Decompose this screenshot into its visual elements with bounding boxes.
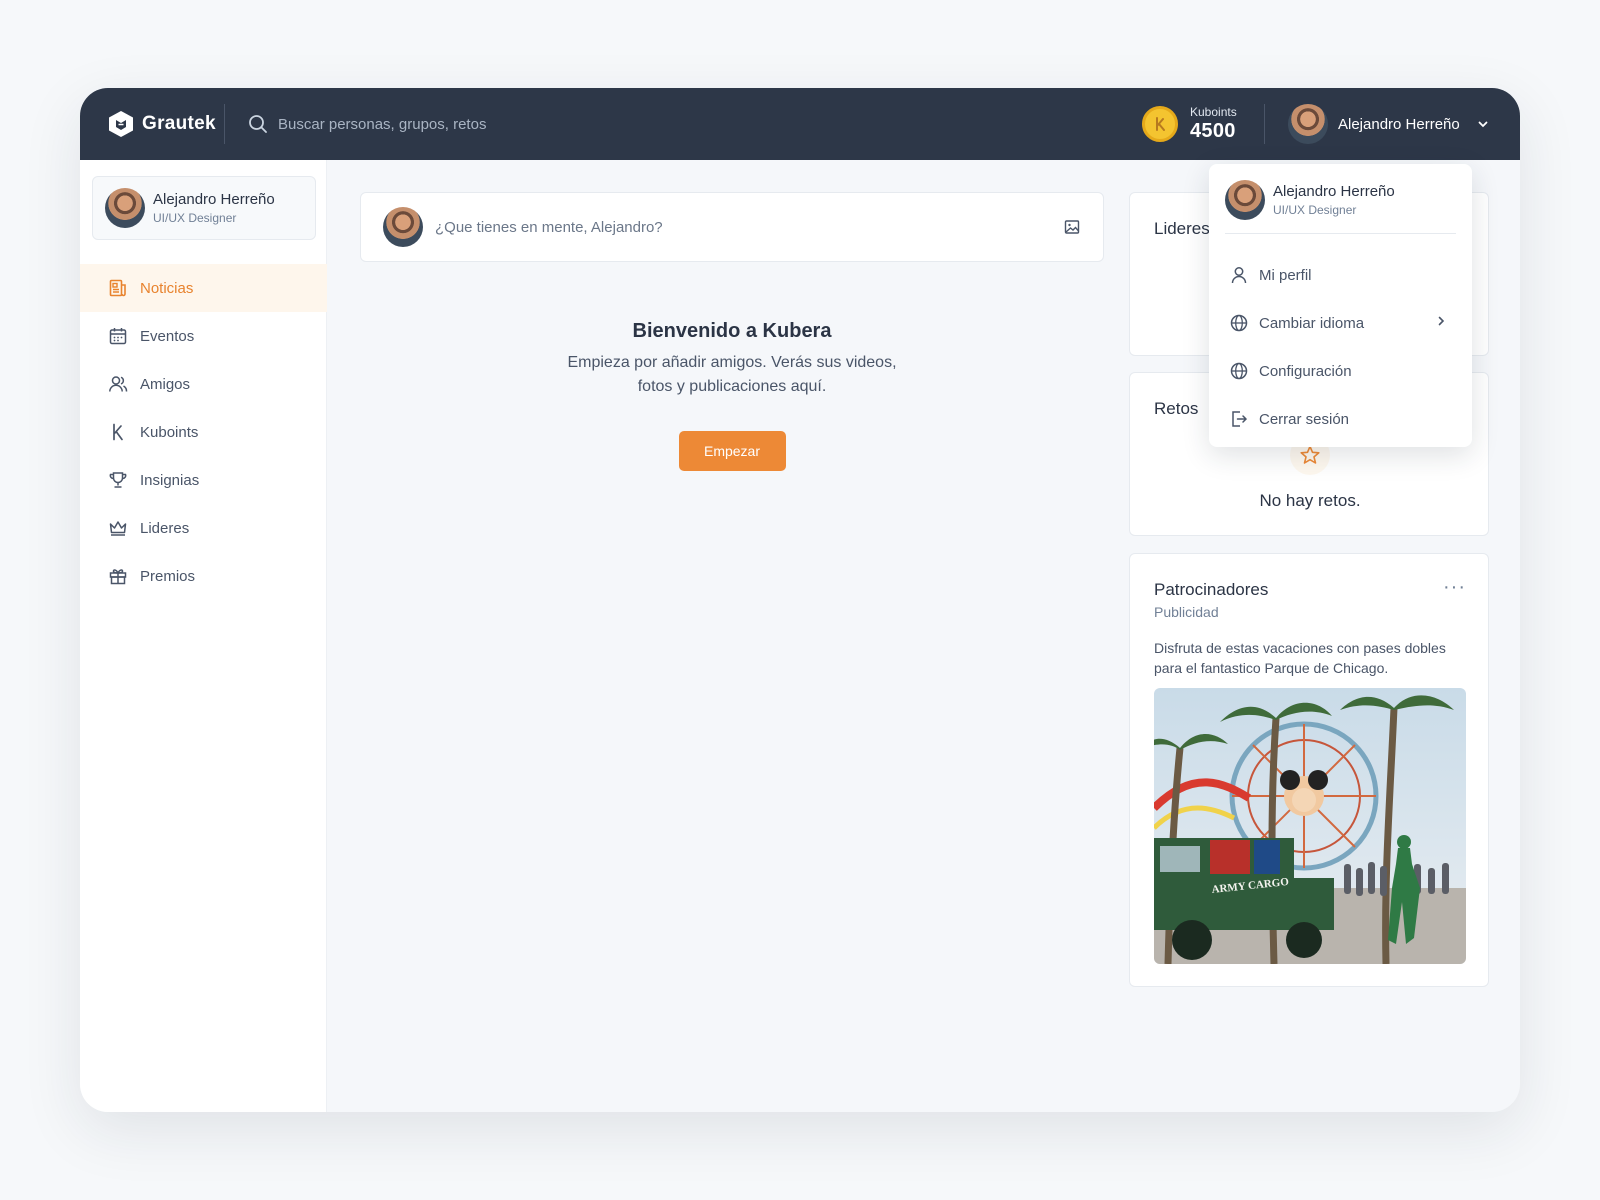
- sidebar-item-label: Amigos: [140, 375, 191, 393]
- topbar-divider: [224, 104, 225, 144]
- sidebar-item-insignias[interactable]: Insignias: [80, 456, 327, 504]
- sidebar-item-lideres[interactable]: Lideres: [80, 504, 327, 552]
- kuboints-value: 4500: [1190, 120, 1236, 142]
- sponsor-description: Disfruta de estas vacaciones con pases d…: [1154, 640, 1446, 676]
- sidebar-item-label: Insignias: [140, 471, 200, 489]
- user-icon: [1231, 267, 1247, 284]
- welcome-line-2: fotos y publicaciones aquí.: [637, 378, 827, 395]
- menu-item-configuracion[interactable]: Configuración: [1225, 347, 1456, 395]
- sidebar-nav: Noticias Eventos Amigos Kuboints Insigni…: [80, 264, 327, 600]
- topbar-divider-right: [1264, 104, 1265, 144]
- dropdown-profile-header[interactable]: Alejandro Herreño UI/UX Designer: [1225, 180, 1456, 234]
- profile-name: Alejandro Herreño: [153, 191, 275, 208]
- sidebar-item-amigos[interactable]: Amigos: [80, 360, 327, 408]
- welcome-description: Empieza por añadir amigos. Verás sus vid…: [360, 351, 1104, 399]
- post-input[interactable]: [435, 218, 1063, 236]
- calendar-icon: [109, 328, 127, 345]
- globe-icon: [1230, 314, 1248, 332]
- sidebar-item-label: Lideres: [140, 519, 190, 537]
- brand-logo[interactable]: Grautek: [108, 108, 216, 140]
- more-options-icon[interactable]: ···: [1443, 576, 1466, 599]
- avatar: [105, 188, 145, 228]
- menu-item-mi-perfil[interactable]: Mi perfil: [1225, 251, 1456, 299]
- start-button[interactable]: Empezar: [678, 431, 786, 471]
- dropdown-list: Mi perfil Cambiar idioma Configuración C…: [1225, 251, 1456, 443]
- brand-name: Grautek: [142, 113, 216, 134]
- sidebar: Alejandro Herreño UI/UX Designer Noticia…: [80, 160, 327, 1112]
- avatar: [383, 207, 423, 247]
- sidebar-item-premios[interactable]: Premios: [80, 552, 327, 600]
- logout-icon: [1232, 411, 1248, 427]
- users-icon: [109, 376, 128, 392]
- kuboints-icon: [113, 423, 123, 441]
- menu-item-cambiar-idioma[interactable]: Cambiar idioma: [1225, 299, 1456, 347]
- avatar: [1288, 104, 1328, 144]
- menu-item-label: Mi perfil: [1259, 266, 1312, 284]
- challenges-title: Retos: [1154, 399, 1199, 418]
- chevron-right-icon: [1438, 316, 1445, 326]
- avatar: [1225, 180, 1265, 220]
- image-upload-icon[interactable]: [1063, 218, 1081, 236]
- kuboints-coin-icon: [1142, 106, 1178, 142]
- menu-item-cerrar-sesion[interactable]: Cerrar sesión: [1225, 395, 1456, 443]
- empty-challenges-text: No hay retos.: [1259, 491, 1361, 510]
- sponsors-card: Patrocinadores Publicidad ··· Disfruta d…: [1129, 553, 1489, 987]
- gift-icon: [109, 569, 127, 585]
- profile-card[interactable]: Alejandro Herreño UI/UX Designer: [92, 176, 316, 240]
- user-dropdown-menu: Alejandro Herreño UI/UX Designer Mi perf…: [1209, 164, 1472, 447]
- menu-item-label: Configuración: [1259, 362, 1352, 380]
- search-icon: [249, 115, 267, 133]
- welcome-title: Bienvenido a Kubera: [632, 320, 832, 342]
- dropdown-user-name: Alejandro Herreño: [1273, 183, 1395, 200]
- globe-icon: [1230, 362, 1248, 380]
- crown-icon: [109, 521, 127, 536]
- leaders-title: Lideres: [1154, 219, 1210, 238]
- menu-item-label: Cambiar idioma: [1259, 314, 1365, 332]
- newspaper-icon: [109, 279, 126, 297]
- user-menu-trigger[interactable]: Alejandro Herreño: [1288, 104, 1490, 144]
- menu-item-label: Cerrar sesión: [1259, 410, 1350, 428]
- sidebar-item-eventos[interactable]: Eventos: [80, 312, 327, 360]
- sponsors-subtitle: Publicidad: [1154, 604, 1219, 620]
- profile-role: UI/UX Designer: [153, 211, 237, 225]
- sidebar-item-kuboints[interactable]: Kuboints: [80, 408, 327, 456]
- search-input[interactable]: [278, 115, 738, 133]
- sidebar-item-label: Noticias: [140, 279, 194, 297]
- user-name: Alejandro Herreño: [1338, 115, 1460, 133]
- sponsor-image[interactable]: ARMY CARGO: [1154, 688, 1466, 964]
- kuboints-label: Kuboints: [1190, 105, 1237, 119]
- search-bar[interactable]: [248, 110, 748, 138]
- sidebar-item-noticias[interactable]: Noticias: [80, 264, 327, 312]
- sidebar-item-label: Eventos: [140, 327, 195, 345]
- sidebar-item-label: Premios: [140, 567, 196, 585]
- trophy-icon: [109, 472, 127, 488]
- sidebar-item-label: Kuboints: [140, 423, 199, 441]
- dropdown-user-role: UI/UX Designer: [1273, 203, 1357, 217]
- sponsors-title: Patrocinadores: [1154, 580, 1269, 599]
- app-window: Grautek Kuboints 4500 Alejandro Herreño: [80, 88, 1520, 1112]
- kuboints-balance: Kuboints 4500: [1190, 105, 1237, 143]
- welcome-line-1: Empieza por añadir amigos. Verás sus vid…: [567, 354, 897, 371]
- logo-icon: [109, 111, 133, 137]
- welcome-section: Bienvenido a Kubera Empieza por añadir a…: [360, 320, 1104, 471]
- chevron-down-icon: [1478, 121, 1488, 128]
- top-bar: Grautek Kuboints 4500 Alejandro Herreño: [80, 88, 1520, 160]
- post-composer[interactable]: [360, 192, 1104, 262]
